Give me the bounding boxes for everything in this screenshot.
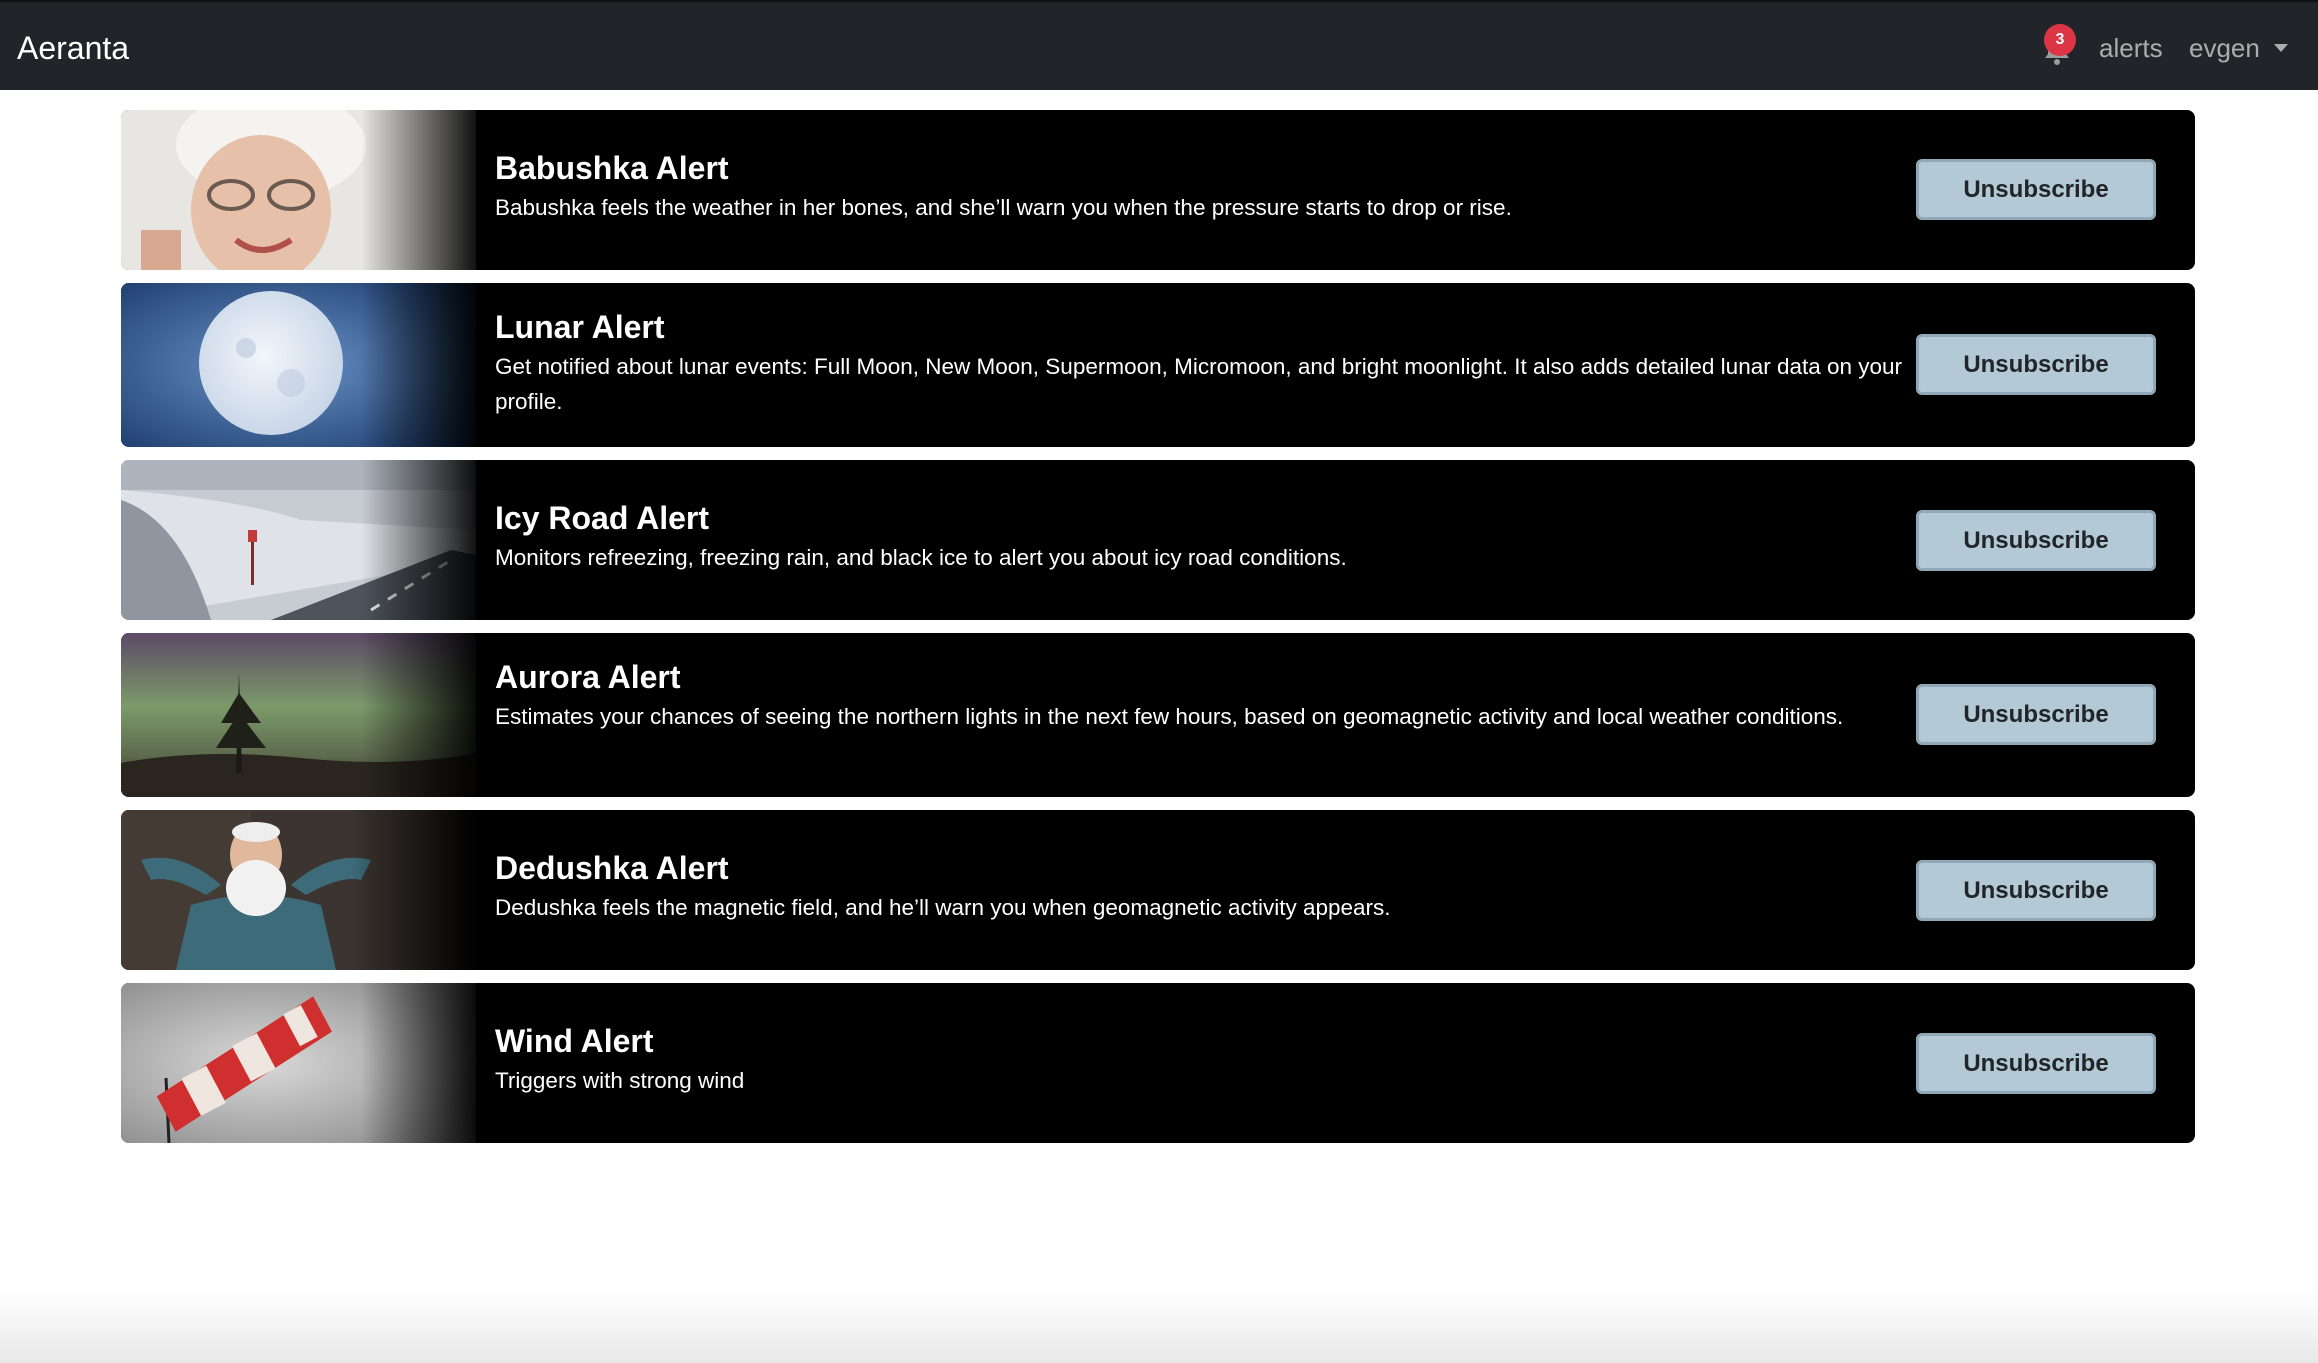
notification-badge[interactable]: 3 bbox=[2044, 24, 2076, 56]
caret-down-icon[interactable] bbox=[2274, 44, 2288, 52]
top-navbar: Aeranta 3 alerts evgen bbox=[0, 0, 2318, 90]
alert-title: Lunar Alert bbox=[495, 309, 665, 345]
alert-description: Dedushka feels the magnetic field, and h… bbox=[495, 895, 1391, 920]
alert-description: Babushka feels the weather in her bones,… bbox=[495, 195, 1512, 220]
alert-title: Babushka Alert bbox=[495, 150, 729, 186]
unsubscribe-button-dedushka[interactable]: Unsubscribe bbox=[1916, 860, 2156, 921]
user-menu-toggle[interactable]: evgen bbox=[2189, 31, 2260, 65]
alert-description: Triggers with strong wind bbox=[495, 1068, 745, 1093]
alert-description: Get notified about lunar events: Full Mo… bbox=[495, 354, 1903, 414]
alert-card-babushka: Babushka Alert Babushka feels the weathe… bbox=[121, 110, 2195, 270]
brand-logo[interactable]: Aeranta bbox=[17, 28, 129, 68]
alert-card-wind: Wind Alert Triggers with strong wind Uns… bbox=[121, 983, 2195, 1143]
unsubscribe-button-babushka[interactable]: Unsubscribe bbox=[1916, 159, 2156, 220]
alert-title: Icy Road Alert bbox=[495, 500, 709, 536]
alert-description: Monitors refreezing, freezing rain, and … bbox=[495, 545, 1347, 570]
alert-card-icy-road: Icy Road Alert Monitors refreezing, free… bbox=[121, 460, 2195, 620]
unsubscribe-button-icy-road[interactable]: Unsubscribe bbox=[1916, 510, 2156, 571]
alert-card-dedushka: Dedushka Alert Dedushka feels the magnet… bbox=[121, 810, 2195, 970]
unsubscribe-button-wind[interactable]: Unsubscribe bbox=[1916, 1033, 2156, 1094]
alert-title: Aurora Alert bbox=[495, 659, 681, 695]
unsubscribe-button-lunar[interactable]: Unsubscribe bbox=[1916, 334, 2156, 395]
alert-card-lunar: Lunar Alert Get notified about lunar eve… bbox=[121, 283, 2195, 447]
alert-title: Dedushka Alert bbox=[495, 850, 729, 886]
unsubscribe-button-aurora[interactable]: Unsubscribe bbox=[1916, 684, 2156, 745]
nav-link-alerts[interactable]: alerts bbox=[2099, 31, 2163, 65]
alert-title: Wind Alert bbox=[495, 1023, 654, 1059]
alert-description: Estimates your chances of seeing the nor… bbox=[495, 704, 1844, 729]
alert-card-aurora: Aurora Alert Estimates your chances of s… bbox=[121, 633, 2195, 797]
